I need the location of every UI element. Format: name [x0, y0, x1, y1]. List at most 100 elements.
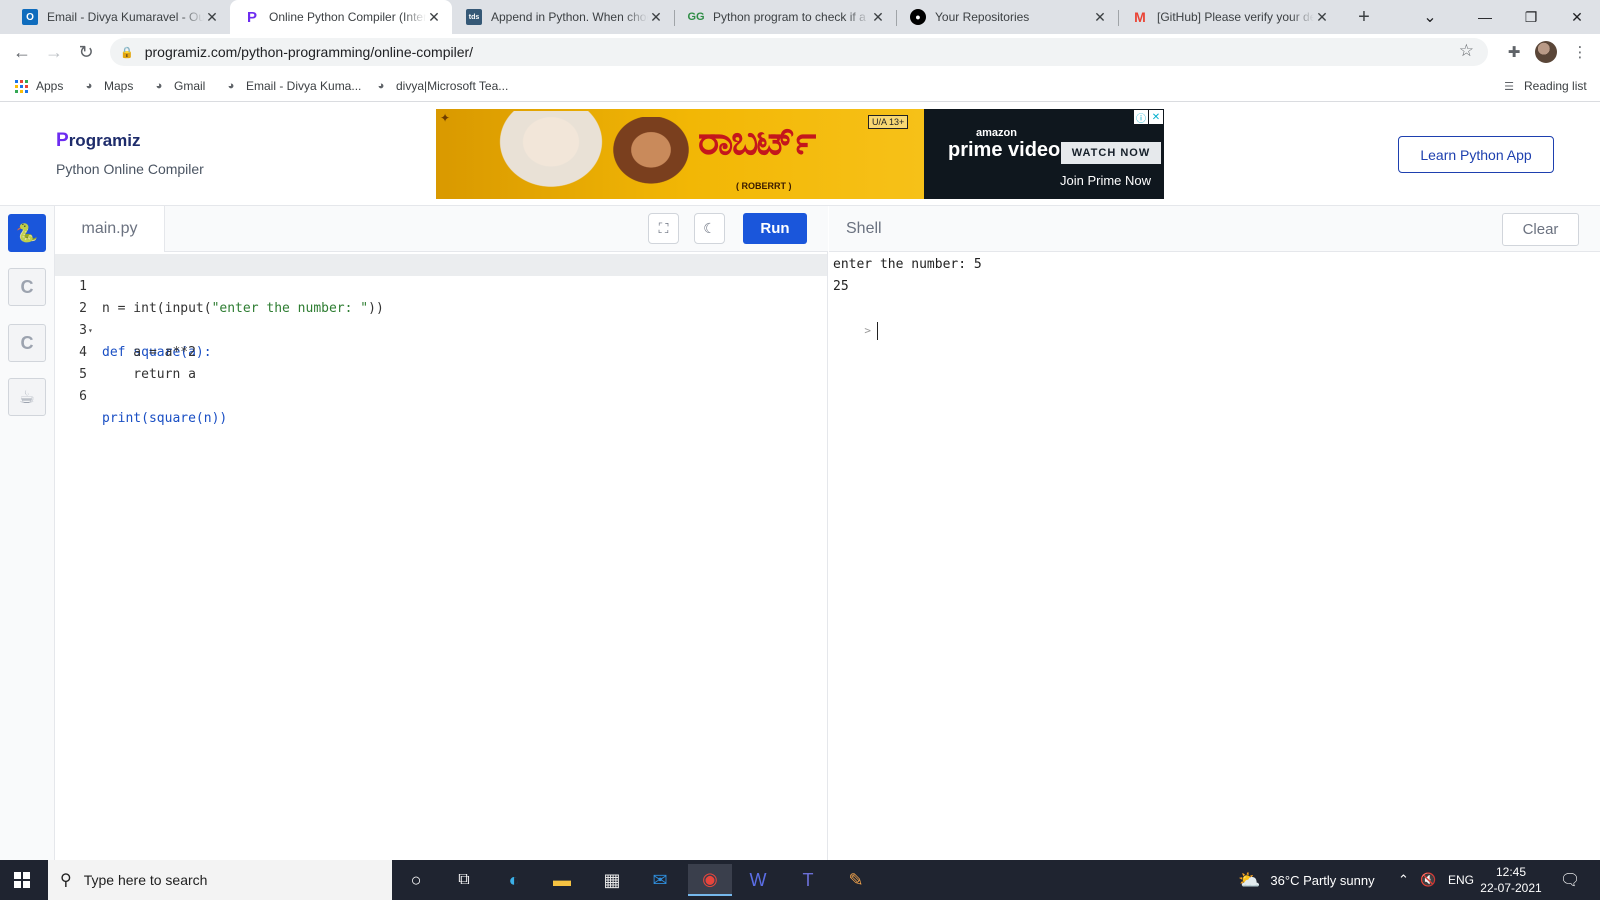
fullscreen-icon[interactable]: ⛶	[648, 213, 679, 244]
bookmark-email[interactable]: ◕ Email - Divya Kuma...	[224, 77, 362, 95]
tab-title: Online Python Compiler (Interpreter)	[269, 10, 426, 24]
browser-tab-gmail[interactable]: M [GitHub] Please verify your device ✕	[1118, 0, 1340, 34]
tab-title: Python program to check if a	[713, 10, 866, 24]
gmail-icon: M	[1134, 9, 1146, 25]
programiz-logo[interactable]: Programiz	[56, 130, 140, 152]
back-icon[interactable]: ←	[10, 40, 34, 64]
apps-grid-icon	[14, 79, 28, 93]
browser-tab-geeksforgeeks[interactable]: GG Python program to check if a ✕	[674, 0, 896, 34]
clock-time: 12:45	[1495, 865, 1527, 879]
close-icon[interactable]: ✕	[426, 9, 442, 25]
notifications-icon[interactable]: 🗨	[1560, 860, 1580, 900]
taskbar-clock[interactable]: 12:45 22-07-2021	[1476, 864, 1546, 896]
globe-icon: ◕	[377, 80, 385, 92]
globe-icon: ◕	[227, 80, 235, 92]
url-text: programiz.com/python-programming/online-…	[144, 44, 474, 60]
weather-widget[interactable]: ⛅ 36°C Partly sunny	[1238, 860, 1375, 900]
amazon-text: amazon	[976, 127, 1017, 139]
output-line: enter the number: 5	[833, 257, 982, 272]
mail-icon[interactable]: ✉	[638, 864, 682, 896]
cortana-icon[interactable]: ○	[394, 864, 438, 896]
clear-button[interactable]: Clear	[1502, 213, 1579, 246]
ad-close-icon[interactable]: ✕	[1149, 110, 1163, 124]
bookmark-label: Maps	[104, 79, 134, 93]
task-view-icon[interactable]: ⧉	[442, 864, 486, 896]
file-tab[interactable]: main.py	[55, 206, 165, 252]
join-prime-text: Join Prime Now	[1060, 173, 1152, 188]
advertisement-banner[interactable]: ✦ ರಾಬರ್ಟ್ ( ROBERRT ) U/A 13+ amazon pri…	[436, 109, 1164, 199]
bookmark-label: Email - Divya Kuma...	[246, 79, 362, 93]
code-text[interactable]: print(square(n))	[102, 408, 227, 430]
globe-icon: ◕	[85, 80, 93, 92]
ad-info-icon[interactable]: ⓘ	[1134, 110, 1148, 125]
bookmark-teams[interactable]: ◕ divya|Microsoft Tea...	[374, 77, 509, 95]
watch-now-button[interactable]: WATCH NOW	[1061, 142, 1161, 164]
bookmark-star-icon[interactable]: ☆	[1459, 41, 1474, 61]
extensions-icon[interactable]: ✚	[1502, 40, 1526, 64]
teams-icon[interactable]: T	[786, 864, 830, 896]
edge-icon[interactable]: ◐	[492, 864, 536, 896]
rating-badge: U/A 13+	[868, 115, 909, 129]
tab-title: Email - Divya Kumaravel - Outlook	[47, 10, 204, 24]
shell-input-line[interactable]: >	[833, 298, 1600, 340]
language-indicator[interactable]: ENG	[1448, 860, 1474, 900]
close-icon[interactable]: ✕	[870, 9, 886, 25]
search-icon: ⚲	[60, 872, 72, 889]
close-icon[interactable]: ✕	[1314, 9, 1330, 25]
paint-icon[interactable]: ✎	[834, 864, 878, 896]
menu-icon[interactable]: ⋮	[1568, 40, 1592, 64]
tab-strip: O Email - Divya Kumaravel - Outlook ✕ P …	[0, 0, 1600, 34]
programiz-icon: P	[246, 8, 257, 26]
taskbar-search[interactable]: ⚲ Type here to search	[48, 860, 392, 900]
python-icon[interactable]: 🐍	[8, 214, 46, 252]
shell-prompt: >	[864, 324, 871, 337]
learn-python-app-button[interactable]: Learn Python App	[1398, 136, 1554, 173]
cpp-language-icon[interactable]: C	[8, 324, 46, 362]
reading-list[interactable]: ☰ Reading list	[1502, 77, 1587, 95]
close-icon[interactable]: ✕	[1092, 9, 1108, 25]
minimize-button[interactable]: —	[1462, 0, 1508, 34]
editor-toolbar: main.py ⛶ ☾ Run	[55, 206, 828, 252]
run-button[interactable]: Run	[743, 213, 807, 244]
webex-icon[interactable]: W	[736, 864, 780, 896]
windows-taskbar: ⚲ Type here to search ○ ⧉ ◐ ▬ ▦ ✉ ◉ W T …	[0, 860, 1600, 900]
production-badge-icon: ✦	[440, 111, 451, 125]
dark-mode-icon[interactable]: ☾	[694, 213, 725, 244]
show-hidden-icons[interactable]: ⌃	[1398, 860, 1409, 900]
bookmark-apps[interactable]: Apps	[14, 77, 63, 95]
outlook-icon: O	[22, 9, 38, 25]
browser-tab-tds[interactable]: tds Append in Python. When choosing ✕	[452, 0, 674, 34]
reload-icon[interactable]: ↻	[74, 40, 98, 64]
browser-tab-outlook[interactable]: O Email - Divya Kumaravel - Outlook ✕	[8, 0, 230, 34]
browser-tab-programiz[interactable]: P Online Python Compiler (Interpreter) ✕	[230, 0, 452, 34]
restore-button[interactable]: ❐	[1508, 0, 1554, 34]
tab-search-icon[interactable]: ⌄	[1418, 0, 1442, 34]
close-window-button[interactable]: ✕	[1554, 0, 1600, 34]
file-explorer-icon[interactable]: ▬	[540, 864, 584, 896]
output-line: 25	[833, 279, 849, 294]
address-bar[interactable]: 🔒 programiz.com/python-programming/onlin…	[110, 38, 1488, 66]
film-subtitle: ( ROBERRT )	[736, 181, 792, 191]
close-icon[interactable]: ✕	[204, 9, 220, 25]
new-tab-button[interactable]: +	[1352, 5, 1376, 29]
tab-title: Append in Python. When choosing	[491, 10, 648, 24]
chrome-icon[interactable]: ◉	[688, 864, 732, 896]
bookmark-gmail[interactable]: ◕ Gmail	[152, 77, 206, 95]
bookmark-maps[interactable]: ◕ Maps	[82, 77, 134, 95]
weather-text: 36°C Partly sunny	[1270, 872, 1375, 888]
browser-tab-github[interactable]: ● Your Repositories ✕	[896, 0, 1118, 34]
windows-start-icon[interactable]	[14, 872, 30, 888]
prime-video-logo: prime video	[948, 139, 1061, 161]
site-header: Programiz Python Online Compiler ✦ ರಾಬರ್…	[0, 102, 1600, 206]
bookmark-label: Apps	[36, 79, 64, 93]
c-language-icon[interactable]: C	[8, 268, 46, 306]
forward-icon[interactable]: →	[42, 40, 66, 64]
close-icon[interactable]: ✕	[648, 9, 664, 25]
shell-output[interactable]: enter the number: 5 25 >	[829, 252, 1600, 860]
profile-avatar[interactable]	[1535, 41, 1557, 63]
browser-toolbar: ← → ↻ 🔒 programiz.com/python-programming…	[0, 34, 1600, 70]
store-icon[interactable]: ▦	[590, 864, 634, 896]
code-editor[interactable]: 1 n = int(input("enter the number: ")) 2…	[55, 252, 828, 860]
volume-mute-icon[interactable]: 🔇	[1420, 860, 1436, 900]
java-icon[interactable]: ☕	[8, 378, 46, 416]
